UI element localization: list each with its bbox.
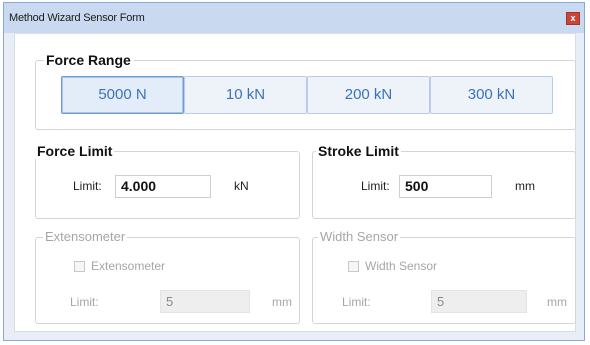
force-limit-label: Limit: [73, 179, 102, 193]
width-sensor-limit-input: 5 [431, 290, 527, 313]
force-limit-legend: Force Limit [35, 143, 115, 159]
width-sensor-group: Width Sensor Width Sensor Limit: 5 mm [312, 229, 576, 324]
width-sensor-limit-label: Limit: [342, 295, 371, 309]
force-range-option-300kn[interactable]: 300 kN [430, 76, 553, 114]
force-range-group: Force Range 5000 N 10 kN 200 kN 300 kN [35, 52, 576, 130]
extensometer-legend: Extensometer [43, 229, 128, 244]
window-title: Method Wizard Sensor Form [9, 12, 145, 24]
title-bar[interactable]: Method Wizard Sensor Form x [4, 3, 584, 33]
force-limit-group: Force Limit Limit: 4.000 kN [35, 143, 300, 219]
form-client-area: Force Range 5000 N 10 kN 200 kN 300 kN F… [14, 33, 576, 332]
extensometer-limit-unit: mm [272, 295, 292, 309]
stroke-limit-input[interactable]: 500 [399, 175, 492, 198]
extensometer-checkbox-label: Extensometer [91, 259, 166, 273]
force-range-legend: Force Range [44, 52, 133, 68]
extensometer-limit-input: 5 [160, 290, 250, 313]
stroke-limit-group: Stroke Limit Limit: 500 mm [312, 143, 576, 219]
force-range-option-200kn[interactable]: 200 kN [307, 76, 430, 114]
width-sensor-checkbox[interactable] [348, 261, 359, 272]
stroke-limit-unit: mm [515, 179, 535, 193]
close-icon: x [570, 13, 576, 23]
extensometer-group: Extensometer Extensometer Limit: 5 mm [35, 229, 300, 324]
width-sensor-checkbox-label: Width Sensor [365, 259, 438, 273]
stroke-limit-legend: Stroke Limit [316, 143, 401, 159]
width-sensor-limit-unit: mm [547, 295, 567, 309]
force-range-option-10kn[interactable]: 10 kN [184, 76, 307, 114]
force-limit-input[interactable]: 4.000 [115, 175, 211, 198]
force-limit-unit: kN [234, 179, 249, 193]
close-button[interactable]: x [566, 12, 580, 25]
extensometer-checkbox[interactable] [74, 261, 85, 272]
force-range-option-5000n[interactable]: 5000 N [61, 76, 184, 114]
sensor-form-window: Method Wizard Sensor Form x Force Range … [3, 2, 585, 341]
stroke-limit-label: Limit: [361, 179, 390, 193]
width-sensor-legend: Width Sensor [318, 229, 401, 244]
extensometer-limit-label: Limit: [70, 295, 99, 309]
